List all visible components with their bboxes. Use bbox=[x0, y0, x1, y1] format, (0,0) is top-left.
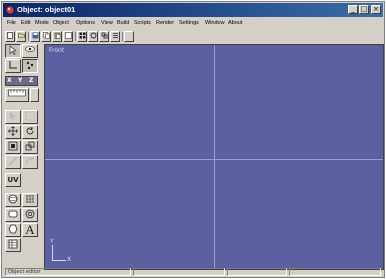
select-arrow-icon[interactable] bbox=[5, 44, 21, 58]
text-tool-button[interactable]: A bbox=[22, 223, 38, 237]
view-icon[interactable] bbox=[63, 31, 73, 42]
menu-view[interactable]: View bbox=[101, 20, 113, 26]
curve-icon[interactable] bbox=[22, 155, 38, 169]
status-pane-4 bbox=[289, 268, 381, 276]
object-editor-window: Object: object01 _ □ × File Edit Mode Ob… bbox=[1, 1, 385, 278]
maximize-button[interactable]: □ bbox=[359, 5, 369, 14]
gizmo-y-line bbox=[52, 245, 53, 261]
menu-render[interactable]: Render bbox=[156, 20, 174, 26]
minimize-button[interactable]: _ bbox=[348, 5, 358, 14]
front-viewport[interactable]: Front Y X bbox=[44, 44, 384, 270]
status-message: Object editor bbox=[5, 268, 131, 276]
blank-icon[interactable] bbox=[124, 31, 134, 42]
toolbar-separator bbox=[28, 32, 29, 41]
status-pane-2 bbox=[133, 268, 225, 276]
pointer-icon[interactable] bbox=[5, 110, 21, 124]
app-icon bbox=[6, 6, 14, 14]
sphere-icon[interactable] bbox=[5, 193, 21, 207]
gizmo-y-label: Y bbox=[50, 238, 54, 245]
axis-gizmo: Y X bbox=[49, 238, 79, 265]
gizmo-x-label: X bbox=[67, 256, 72, 263]
menu-mode[interactable]: Mode bbox=[35, 20, 49, 26]
move-axis-icon[interactable] bbox=[5, 59, 21, 73]
table-icon[interactable] bbox=[5, 238, 21, 252]
status-pane-3 bbox=[227, 268, 287, 276]
tool-palette: X Y Z UV A bbox=[5, 44, 43, 268]
polygon-icon[interactable] bbox=[5, 223, 21, 237]
menu-file[interactable]: File bbox=[7, 20, 16, 26]
menu-scripts[interactable]: Scripts bbox=[134, 20, 151, 26]
main-toolbar bbox=[5, 31, 155, 43]
ruler-icon[interactable] bbox=[5, 88, 29, 102]
axis-x-toggle[interactable]: X bbox=[7, 77, 12, 84]
menu-about[interactable]: About bbox=[228, 20, 242, 26]
window-title: Object: object01 bbox=[17, 5, 76, 14]
points-icon[interactable] bbox=[22, 59, 38, 73]
ruler-toggle-icon[interactable] bbox=[30, 88, 39, 102]
save-icon[interactable] bbox=[30, 31, 40, 42]
menu-bar: File Edit Mode Object Options View Build… bbox=[3, 18, 383, 29]
eye-icon[interactable] bbox=[22, 44, 38, 58]
menu-object[interactable]: Object bbox=[53, 20, 69, 26]
menu-edit[interactable]: Edit bbox=[21, 20, 30, 26]
axis-selector: X Y Z bbox=[5, 76, 38, 86]
mesh-icon[interactable] bbox=[22, 193, 38, 207]
axis-y-toggle[interactable]: Y bbox=[18, 77, 22, 84]
lasso-icon[interactable] bbox=[22, 110, 38, 124]
status-bar: Object editor bbox=[3, 268, 383, 276]
close-button[interactable]: × bbox=[371, 5, 381, 14]
new-icon[interactable] bbox=[5, 31, 15, 42]
scale-tool-icon[interactable] bbox=[5, 140, 21, 154]
list-icon[interactable] bbox=[110, 31, 120, 42]
rotate-tool-icon[interactable] bbox=[22, 125, 38, 139]
title-bar[interactable]: Object: object01 _ □ × bbox=[3, 3, 383, 17]
viewport-label: Front bbox=[49, 47, 65, 54]
copy-icon[interactable] bbox=[41, 31, 51, 42]
toolbar-separator bbox=[75, 32, 76, 41]
scale-icon[interactable] bbox=[99, 31, 109, 42]
menu-window[interactable]: Window bbox=[205, 20, 225, 26]
menu-build[interactable]: Build bbox=[117, 20, 129, 26]
uv-button[interactable]: UV bbox=[5, 173, 21, 187]
cylinder-icon[interactable] bbox=[5, 208, 21, 222]
rotate-icon[interactable] bbox=[88, 31, 98, 42]
gizmo-x-line bbox=[52, 260, 66, 261]
axis-z-toggle[interactable]: Z bbox=[29, 77, 33, 84]
size-tool-icon[interactable] bbox=[22, 140, 38, 154]
vertical-axis-line bbox=[214, 45, 215, 269]
menu-settings[interactable]: Settings bbox=[179, 20, 199, 26]
move-icon[interactable] bbox=[5, 125, 21, 139]
line-icon[interactable] bbox=[5, 155, 21, 169]
menu-options[interactable]: Options bbox=[76, 20, 95, 26]
toolbar-separator bbox=[122, 32, 123, 41]
paste-icon[interactable] bbox=[52, 31, 62, 42]
grid-icon[interactable] bbox=[77, 31, 87, 42]
torus-icon[interactable] bbox=[22, 208, 38, 222]
open-icon[interactable] bbox=[16, 31, 26, 42]
horizontal-axis-line bbox=[45, 159, 383, 160]
